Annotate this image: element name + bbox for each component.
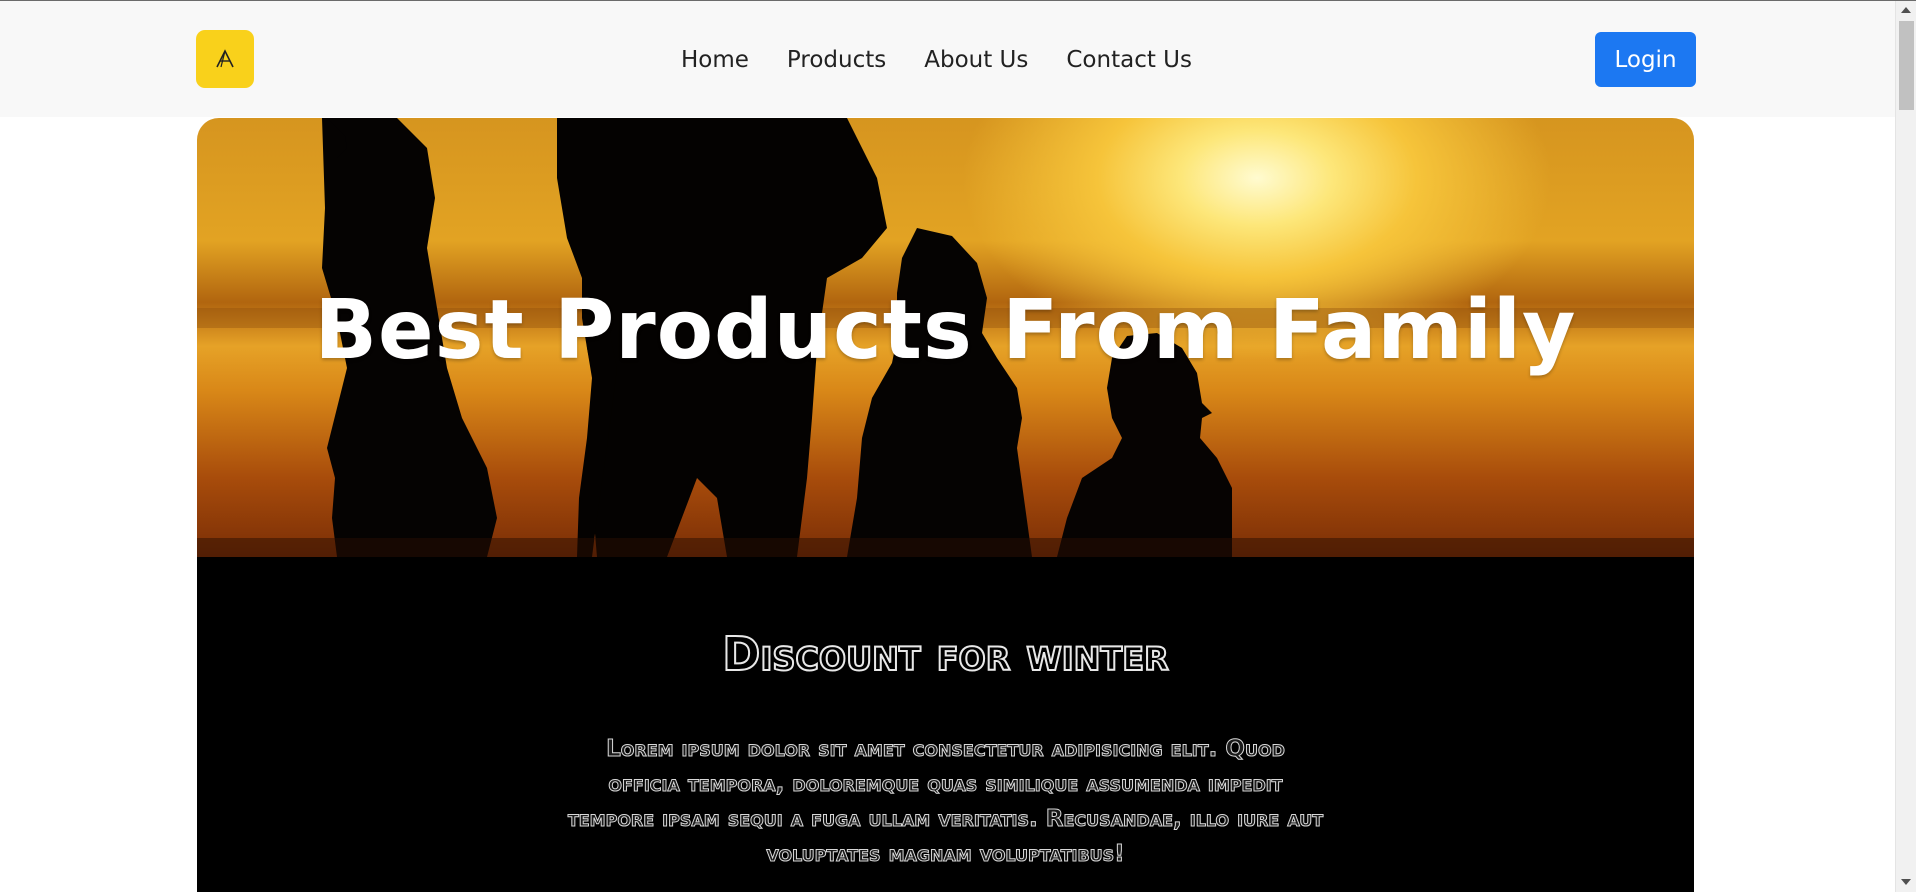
hero-title: Best Products From Family [314, 283, 1577, 378]
scroll-up-arrow-icon[interactable] [1901, 7, 1911, 13]
scroll-thumb[interactable] [1899, 21, 1914, 110]
logo[interactable] [196, 30, 254, 88]
hero-banner: Best Products From Family [197, 118, 1694, 557]
nav-link-products[interactable]: Products [768, 44, 905, 76]
promo-section: Discount for winter Lorem ipsum dolor si… [197, 557, 1694, 892]
scroll-down-arrow-icon[interactable] [1901, 879, 1911, 885]
nav-link-home[interactable]: Home [662, 44, 768, 76]
a-letter-logo-icon [216, 49, 234, 68]
nav-link-about-us[interactable]: About Us [905, 44, 1047, 76]
nav-link-contact-us[interactable]: Contact Us [1047, 44, 1211, 76]
navbar: Home Products About Us Contact Us Login [0, 1, 1895, 117]
promo-title: Discount for winter [721, 626, 1169, 682]
login-button[interactable]: Login [1595, 32, 1696, 87]
promo-body: Lorem ipsum dolor sit amet consectetur a… [567, 736, 1324, 868]
vertical-scrollbar[interactable] [1895, 1, 1916, 892]
page: Home Products About Us Contact Us Login … [0, 0, 1916, 892]
nav-links: Home Products About Us Contact Us [662, 44, 1211, 76]
